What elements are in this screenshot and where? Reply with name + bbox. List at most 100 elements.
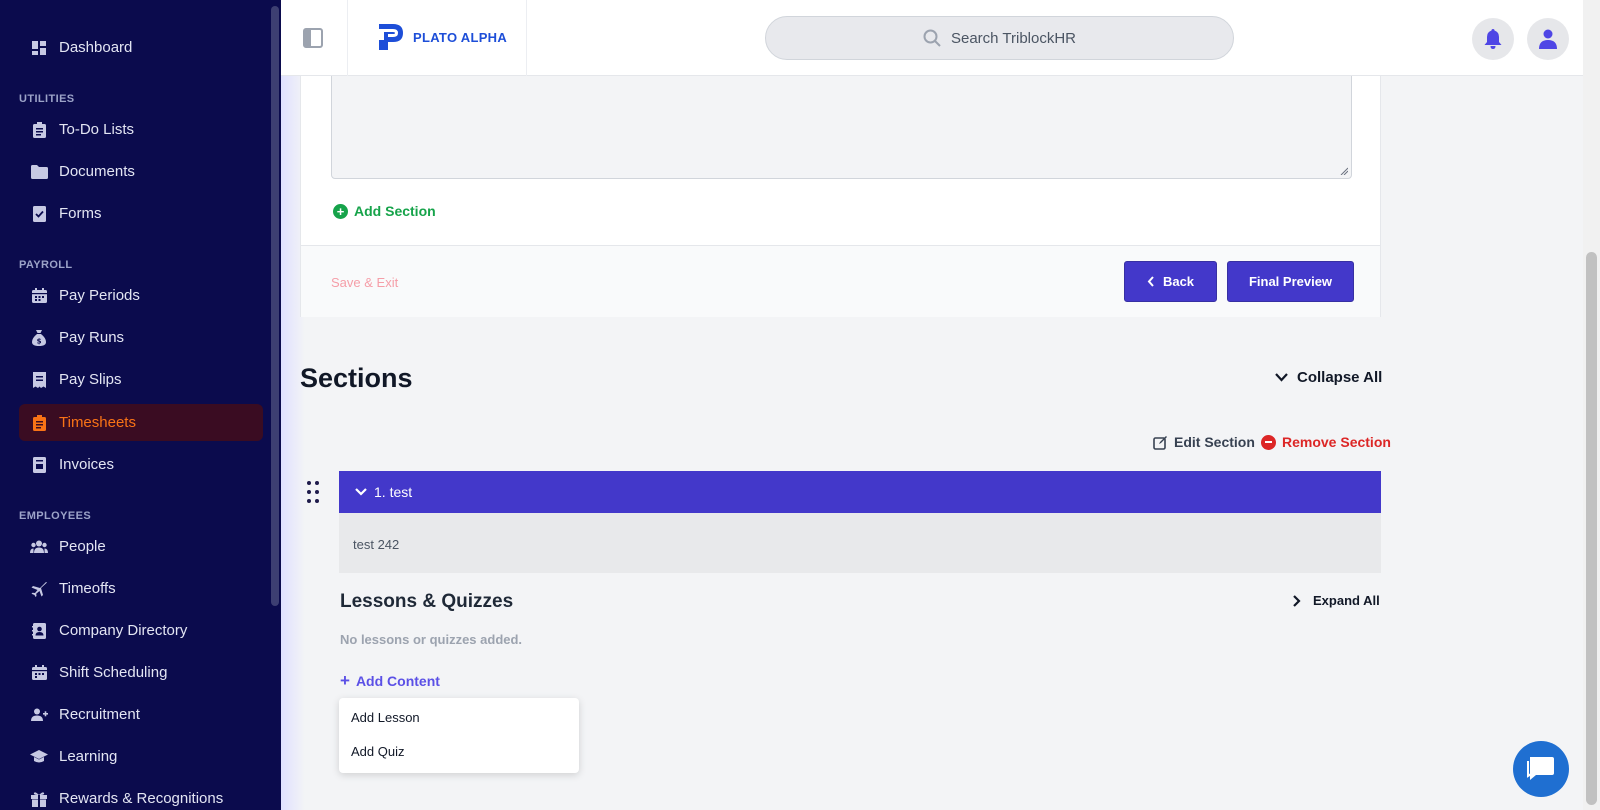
minus-circle-icon xyxy=(1261,434,1276,450)
address-book-icon xyxy=(29,621,49,641)
sidebar-item-timesheets[interactable]: Timesheets xyxy=(19,404,263,441)
sidebar-item-rewards[interactable]: Rewards & Recognitions xyxy=(19,780,263,810)
chevron-down-icon xyxy=(355,488,367,496)
edit-section-button[interactable]: Edit Section xyxy=(1153,434,1255,450)
invoice-icon xyxy=(29,455,49,475)
top-bar: PLATO ALPHA Search TriblockHR xyxy=(281,0,1583,76)
chevron-left-icon xyxy=(1147,276,1154,287)
sidebar-item-label: Invoices xyxy=(59,456,115,473)
resize-grip-icon[interactable] xyxy=(1340,167,1348,175)
sidebar-item-label: Dashboard xyxy=(59,39,133,56)
edit-section-label: Edit Section xyxy=(1174,434,1255,450)
user-icon xyxy=(1539,29,1557,49)
folder-icon xyxy=(29,162,49,182)
expand-all-label: Expand All xyxy=(1313,593,1380,608)
sidebar-toggle-icon[interactable] xyxy=(303,28,323,48)
plus-circle-icon: + xyxy=(333,203,348,219)
group-payroll: PAYROLL xyxy=(19,259,73,271)
chevron-down-icon xyxy=(1275,373,1288,382)
chevron-right-icon xyxy=(1293,594,1301,607)
plane-icon xyxy=(29,579,49,599)
remove-section-button[interactable]: Remove Section xyxy=(1261,434,1391,450)
remove-section-label: Remove Section xyxy=(1282,434,1391,450)
sidebar-item-learning[interactable]: Learning xyxy=(19,738,263,775)
sidebar-item-shift-scheduling[interactable]: Shift Scheduling xyxy=(19,654,263,691)
sidebar: Dashboard UTILITIES To-Do Lists Document… xyxy=(0,0,281,810)
search-placeholder: Search TriblockHR xyxy=(950,29,1077,47)
collapse-all-label: Collapse All xyxy=(1297,369,1383,386)
section-header[interactable]: 1. test xyxy=(339,471,1381,513)
sidebar-item-label: Learning xyxy=(59,748,118,765)
app-logo[interactable]: PLATO ALPHA xyxy=(375,22,507,52)
sidebar-item-label: Rewards & Recognitions xyxy=(59,790,224,807)
sidebar-item-label: Timeoffs xyxy=(59,580,116,597)
notifications-button[interactable] xyxy=(1472,18,1514,60)
dashboard-icon xyxy=(29,38,49,58)
sidebar-item-recruitment[interactable]: Recruitment xyxy=(19,696,263,733)
back-label: Back xyxy=(1162,274,1195,289)
sidebar-item-pay-runs[interactable]: $ Pay Runs xyxy=(19,319,263,356)
save-exit-button[interactable]: Save & Exit xyxy=(331,275,398,290)
empty-state-text: No lessons or quizzes added. xyxy=(340,632,523,647)
drag-handle-icon[interactable] xyxy=(306,480,320,504)
sidebar-item-pay-periods[interactable]: Pay Periods xyxy=(19,277,263,314)
add-content-label: Add Content xyxy=(355,672,440,689)
calendar-icon xyxy=(29,286,49,306)
sidebar-item-todo[interactable]: To-Do Lists xyxy=(19,111,263,148)
search-icon xyxy=(923,29,941,47)
chat-widget-button[interactable] xyxy=(1513,741,1569,797)
sidebar-scrollbar[interactable] xyxy=(271,6,279,606)
sidebar-item-label: Forms xyxy=(59,205,102,222)
users-icon xyxy=(29,537,49,557)
menu-item-add-lesson[interactable]: Add Lesson xyxy=(351,710,420,725)
sidebar-item-label: Company Directory xyxy=(59,622,188,639)
form-footer: Save & Exit Back Final Preview xyxy=(301,245,1380,317)
back-button[interactable]: Back xyxy=(1124,261,1217,302)
sidebar-item-label: Pay Periods xyxy=(59,287,140,304)
add-content-menu: Add Lesson Add Quiz xyxy=(339,698,579,773)
form-check-icon xyxy=(29,204,49,224)
sidebar-item-documents[interactable]: Documents xyxy=(19,153,263,190)
sidebar-item-label: Recruitment xyxy=(59,706,140,723)
bell-icon xyxy=(1484,29,1502,49)
page-scrollbar-thumb[interactable] xyxy=(1586,252,1597,805)
money-bag-icon: $ xyxy=(29,328,49,348)
user-plus-icon xyxy=(29,705,49,725)
sidebar-item-label: Shift Scheduling xyxy=(59,664,168,681)
sidebar-item-label: To-Do Lists xyxy=(59,121,135,138)
sidebar-item-dashboard[interactable]: Dashboard xyxy=(19,29,263,66)
sidebar-item-label: Documents xyxy=(59,163,135,180)
graduation-cap-icon xyxy=(29,747,49,767)
chat-icon xyxy=(1527,757,1554,780)
group-utilities: UTILITIES xyxy=(19,93,75,105)
search-input[interactable]: Search TriblockHR xyxy=(765,16,1234,60)
sidebar-item-timeoffs[interactable]: Timeoffs xyxy=(19,570,263,607)
final-preview-button[interactable]: Final Preview xyxy=(1227,261,1354,302)
sidebar-item-people[interactable]: People xyxy=(19,528,263,565)
expand-all-button[interactable]: Expand All xyxy=(1293,593,1380,608)
menu-item-add-quiz[interactable]: Add Quiz xyxy=(351,744,404,759)
add-section-button[interactable]: + Add Section xyxy=(333,203,436,219)
sidebar-item-invoices[interactable]: Invoices xyxy=(19,446,263,483)
clipboard-list-icon xyxy=(29,120,49,140)
group-employees: EMPLOYEES xyxy=(19,510,92,522)
final-preview-label: Final Preview xyxy=(1248,274,1333,289)
add-section-label: Add Section xyxy=(354,203,436,219)
receipt-icon xyxy=(29,370,49,390)
section-title: 1. test xyxy=(374,484,413,500)
logo-text: PLATO ALPHA xyxy=(413,29,508,45)
calendar-days-icon xyxy=(29,663,49,683)
plus-icon: + xyxy=(340,671,350,690)
section-description: test 242 xyxy=(339,513,1381,573)
clipboard-icon xyxy=(29,413,49,433)
lessons-quizzes-heading: Lessons & Quizzes xyxy=(340,591,514,612)
divider xyxy=(526,0,527,76)
collapse-all-button[interactable]: Collapse All xyxy=(1275,369,1382,386)
sidebar-item-label: Timesheets xyxy=(59,414,136,431)
sidebar-item-company-directory[interactable]: Company Directory xyxy=(19,612,263,649)
add-content-button[interactable]: + Add Content xyxy=(340,672,440,689)
sidebar-item-forms[interactable]: Forms xyxy=(19,195,263,232)
user-avatar-button[interactable] xyxy=(1527,18,1569,60)
sidebar-item-label: Pay Runs xyxy=(59,329,125,346)
sidebar-item-pay-slips[interactable]: Pay Slips xyxy=(19,361,263,398)
